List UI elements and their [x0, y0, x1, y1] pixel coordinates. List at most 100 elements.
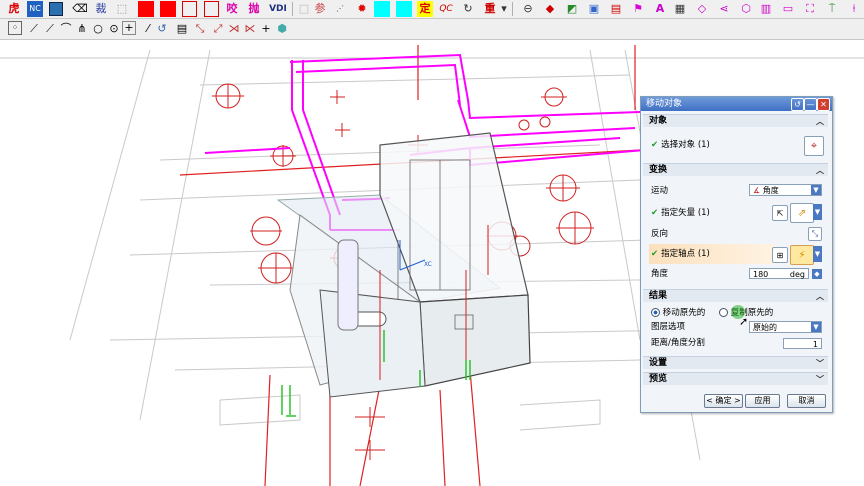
polyline-icon[interactable]: ⟋ [42, 21, 58, 37]
expand-icon[interactable]: ﹀ [816, 373, 824, 386]
pivot-point-icon: ⚡ [798, 249, 806, 261]
tool-yao[interactable]: 咬 [224, 1, 240, 17]
red-block-icon[interactable] [138, 1, 154, 17]
mouse-cursor-icon: ➚ [739, 315, 749, 328]
rotate-icon[interactable]: ↺ [154, 21, 170, 37]
curve-icon[interactable]: ⌒ [58, 21, 74, 37]
tool-vdi[interactable]: VDI [268, 1, 288, 17]
point-dialog-button[interactable]: ⊞ [772, 247, 788, 263]
chamfer-icon[interactable]: ⋉ [242, 21, 258, 37]
tool-qc[interactable]: QC [438, 1, 454, 17]
section-result[interactable]: 结果 ︿ [643, 289, 828, 302]
color-grid-icon[interactable]: ▦ [672, 1, 688, 17]
dialog-title-bar[interactable]: 移动对象 ↺ — ✕ [641, 97, 832, 111]
tool-ding[interactable]: 定 [417, 1, 433, 17]
arc-icon[interactable]: ⋔ [74, 21, 90, 37]
tool-hu[interactable]: 虎 [6, 1, 22, 17]
fillet-icon[interactable]: ⋊ [226, 21, 242, 37]
rect-icon[interactable]: ▭ [780, 1, 796, 17]
dropdown-dot-icon[interactable]: ▾ [500, 1, 508, 17]
tool-nc[interactable]: NC [27, 1, 43, 17]
collapse-icon[interactable]: ︿ [816, 164, 824, 177]
cyan-block-2-icon[interactable] [396, 1, 412, 17]
spiral-icon[interactable]: ↻ [460, 1, 476, 17]
section-preview[interactable]: 预览 ﹀ [643, 372, 828, 385]
cyan-block-icon[interactable] [374, 1, 390, 17]
snap-grid-icon[interactable]: ⁘ [8, 21, 22, 35]
radio-unselected-icon[interactable] [719, 308, 728, 317]
red-frame-icon[interactable] [182, 1, 197, 17]
point-icon[interactable]: ⊙ [106, 21, 122, 37]
calculator-icon[interactable] [48, 1, 64, 17]
clipboard-icon[interactable]: ▤ [174, 21, 190, 37]
tool-zhong[interactable]: 重 [482, 1, 498, 17]
red-cube-icon[interactable]: ◆ [542, 1, 558, 17]
select-object-button[interactable]: ⌖ [804, 136, 824, 156]
chevron-down-icon[interactable]: ▼ [811, 322, 821, 332]
apply-button[interactable]: 应用 [745, 394, 780, 408]
circle-icon[interactable]: ○ [90, 21, 106, 37]
cube-icon[interactable]: ⬢ [274, 21, 290, 37]
reverse-direction-button[interactable]: ⤡ [808, 227, 822, 241]
vector-select-button[interactable]: ⇗ [790, 203, 814, 223]
check-icon: ✔ [651, 249, 659, 259]
extend-icon[interactable]: ⤢ [210, 21, 226, 37]
distance-split-label: 距离/角度分割 [651, 338, 705, 348]
red-frame-2-icon[interactable] [204, 1, 219, 17]
cross-icon[interactable]: + [258, 21, 274, 37]
section-settings[interactable]: 设置 ﹀ [643, 356, 828, 369]
separator [292, 2, 293, 16]
layer-option-select[interactable]: 原始的 ▼ [749, 321, 822, 333]
frame-icon[interactable]: ▣ [586, 1, 602, 17]
chart-icon[interactable]: ◩ [564, 1, 580, 17]
bolt-icon[interactable]: ⍿ [846, 1, 862, 17]
cancel-button[interactable]: 取消 [787, 394, 826, 408]
collapse-icon[interactable]: ︿ [816, 115, 824, 128]
tool-pao[interactable]: 抛 [246, 1, 262, 17]
cube-outline-icon[interactable]: ⬡ [738, 1, 754, 17]
block-red-icon[interactable]: ▤ [608, 1, 624, 17]
trim-icon[interactable]: ⤡ [192, 21, 208, 37]
move-original-radio[interactable]: 移动原先的 [651, 307, 705, 319]
distance-split-input[interactable]: 1 [783, 338, 822, 349]
line-icon[interactable]: ⟋ [26, 21, 42, 37]
xyz-icon[interactable]: ⋰ [332, 1, 348, 17]
vector-dialog-button[interactable]: ⇱ [772, 205, 788, 221]
frame-corners-icon[interactable]: ⛶ [802, 1, 818, 17]
section-transform[interactable]: 变换 ︿ [643, 163, 828, 176]
move-object-dialog: 移动对象 ↺ — ✕ 对象 ︿ ✔ 选择对象 (1) ⌖ 变换 ︿ 运动 ∡ 角度… [640, 96, 833, 413]
close-icon[interactable]: ✕ [817, 98, 830, 111]
text-a-icon[interactable]: A [652, 1, 668, 17]
pivot-select-button[interactable]: ⚡ [790, 245, 814, 265]
angle-options-icon[interactable]: ◆ [812, 269, 822, 279]
tool-shen[interactable]: 参 [312, 1, 328, 17]
chevron-down-icon[interactable]: ▼ [811, 185, 821, 195]
red-block-2-icon[interactable] [160, 1, 176, 17]
plus-icon[interactable]: + [122, 21, 136, 35]
gear-icon[interactable]: ✹ [354, 1, 370, 17]
expand-icon[interactable]: ﹀ [816, 357, 824, 370]
motion-select[interactable]: ∡ 角度 ▼ [749, 184, 822, 196]
section-object[interactable]: 对象 ︿ [643, 114, 828, 127]
check-icon: ✔ [651, 208, 659, 218]
diamond-icon[interactable]: ◇ [694, 1, 710, 17]
layer-option-value: 原始的 [753, 323, 777, 332]
pivot-dropdown-icon[interactable]: ▼ [813, 246, 822, 262]
vector-dropdown-icon[interactable]: ▼ [813, 204, 822, 220]
faded-icon[interactable]: □ [296, 1, 312, 17]
oval-icon[interactable]: ⊖ [520, 1, 536, 17]
eraser-icon[interactable]: ⌫ [72, 1, 88, 17]
ok-button[interactable]: < 确定 > [704, 394, 743, 408]
box-icon[interactable]: ⬚ [114, 1, 130, 17]
radio-selected-icon[interactable] [651, 308, 660, 317]
tool-chevron-icon[interactable]: ⋖ [716, 1, 732, 17]
pin-icon[interactable]: ⍑ [824, 1, 840, 17]
flag-icon[interactable]: ⚑ [630, 1, 646, 17]
tool-cai[interactable]: 裁 [93, 1, 109, 17]
collapse-icon[interactable]: ︿ [816, 290, 824, 303]
check-icon: ✔ [651, 140, 659, 150]
reset-icon[interactable]: ↺ [791, 98, 804, 111]
stack-icon[interactable]: ▥ [758, 1, 774, 17]
minimize-icon[interactable]: — [804, 98, 817, 111]
angle-input[interactable]: 180 deg [749, 268, 809, 279]
